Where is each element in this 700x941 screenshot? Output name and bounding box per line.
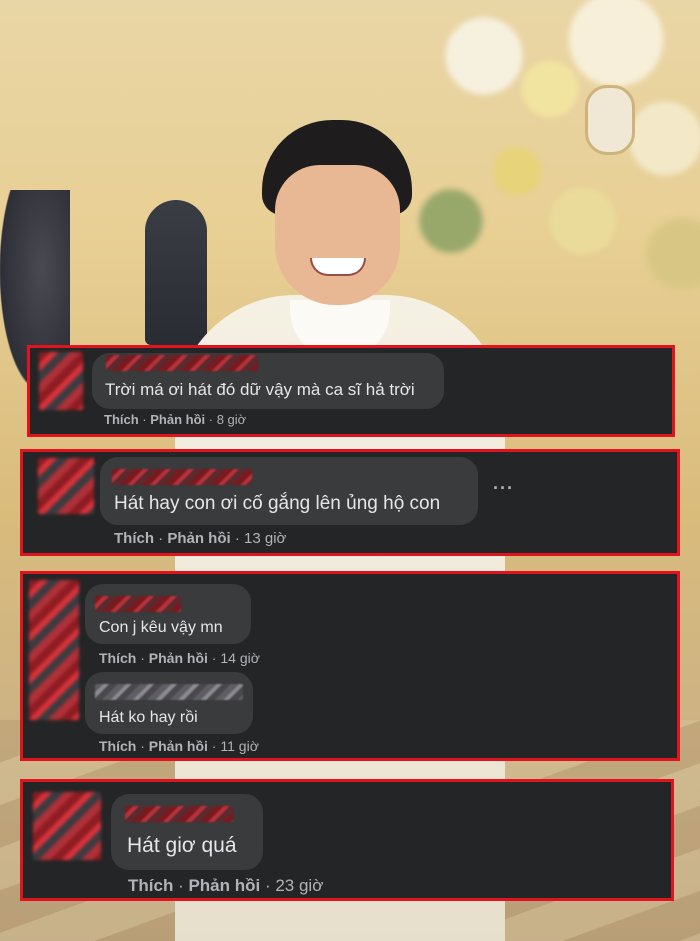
comment-actions: Thích · Phản hồi · 14 giờ bbox=[99, 650, 260, 666]
author-name-blurred[interactable] bbox=[112, 469, 252, 485]
avatar-blurred[interactable] bbox=[39, 352, 83, 410]
timestamp[interactable]: 8 giờ bbox=[217, 412, 247, 427]
comment-text: Trời má ơi hát đó dữ vậy mà ca sĩ hả trờ… bbox=[105, 380, 415, 399]
comment-text: Hát hay con ơi cố gắng lên ủng hộ con bbox=[114, 493, 441, 514]
comment-card-2: Hát hay con ơi cố gắng lên ủng hộ con ··… bbox=[20, 449, 680, 556]
separator: · bbox=[173, 876, 189, 895]
comment-text: Hát giơ quá bbox=[127, 834, 237, 857]
comment-card-1: Trời má ơi hát đó dữ vậy mà ca sĩ hả trờ… bbox=[27, 345, 675, 437]
more-options-icon[interactable]: ··· bbox=[493, 478, 514, 499]
separator: · bbox=[205, 412, 217, 427]
comment-bubble: Hát ko hay rồi bbox=[85, 672, 253, 734]
separator: · bbox=[260, 876, 276, 895]
comment-bubble: Con j kêu vậy mn bbox=[85, 584, 251, 644]
timestamp[interactable]: 14 giờ bbox=[220, 650, 260, 666]
reply-link[interactable]: Phản hồi bbox=[150, 412, 205, 427]
background-arch bbox=[145, 200, 207, 345]
author-name-blurred[interactable] bbox=[125, 806, 233, 822]
timestamp[interactable]: 13 giờ bbox=[244, 530, 286, 547]
separator: · bbox=[207, 738, 221, 754]
separator: · bbox=[230, 530, 245, 547]
separator: · bbox=[154, 530, 168, 547]
comment-card-5: Hát giơ quá Thích · Phản hồi · 23 giờ bbox=[20, 779, 674, 901]
comment-bubble: Hát giơ quá bbox=[111, 794, 263, 870]
separator: · bbox=[136, 738, 149, 754]
reply-link[interactable]: Phản hồi bbox=[149, 650, 208, 666]
comment-bubble: Hát hay con ơi cố gắng lên ủng hộ con bbox=[100, 457, 478, 525]
person-face bbox=[275, 165, 400, 305]
like-link[interactable]: Thích bbox=[99, 650, 136, 666]
author-name-blurred[interactable] bbox=[95, 684, 243, 700]
avatar-blurred[interactable] bbox=[29, 580, 79, 720]
comment-text: Con j kêu vậy mn bbox=[99, 619, 223, 636]
like-link[interactable]: Thích bbox=[128, 876, 173, 895]
author-name-blurred[interactable] bbox=[95, 596, 181, 612]
like-link[interactable]: Thích bbox=[104, 412, 139, 427]
author-name-blurred[interactable] bbox=[106, 355, 258, 371]
comment-bubble: Trời má ơi hát đó dữ vậy mà ca sĩ hả trờ… bbox=[92, 353, 444, 409]
separator: · bbox=[136, 650, 149, 666]
like-link[interactable]: Thích bbox=[114, 530, 154, 547]
comment-text: Hát ko hay rồi bbox=[99, 709, 198, 726]
like-link[interactable]: Thích bbox=[99, 738, 136, 754]
background-flowers bbox=[385, 0, 700, 320]
comment-actions: Thích · Phản hồi · 23 giờ bbox=[128, 876, 323, 896]
background-ornament bbox=[585, 85, 635, 155]
comment-actions: Thích · Phản hồi · 8 giờ bbox=[104, 412, 246, 427]
avatar-blurred[interactable] bbox=[33, 792, 101, 860]
timestamp[interactable]: 23 giờ bbox=[275, 876, 323, 895]
comment-actions: Thích · Phản hồi · 13 giờ bbox=[114, 530, 286, 547]
timestamp[interactable]: 11 giờ bbox=[220, 738, 259, 754]
separator: · bbox=[207, 650, 221, 666]
comment-card-3: Con j kêu vậy mn Thích · Phản hồi · 14 g… bbox=[20, 571, 680, 761]
reply-link[interactable]: Phản hồi bbox=[149, 738, 208, 754]
comment-actions: Thích · Phản hồi · 11 giờ bbox=[99, 738, 259, 754]
reply-link[interactable]: Phản hồi bbox=[167, 530, 230, 547]
reply-link[interactable]: Phản hồi bbox=[188, 876, 260, 895]
avatar-blurred[interactable] bbox=[38, 458, 94, 514]
separator: · bbox=[138, 412, 151, 427]
